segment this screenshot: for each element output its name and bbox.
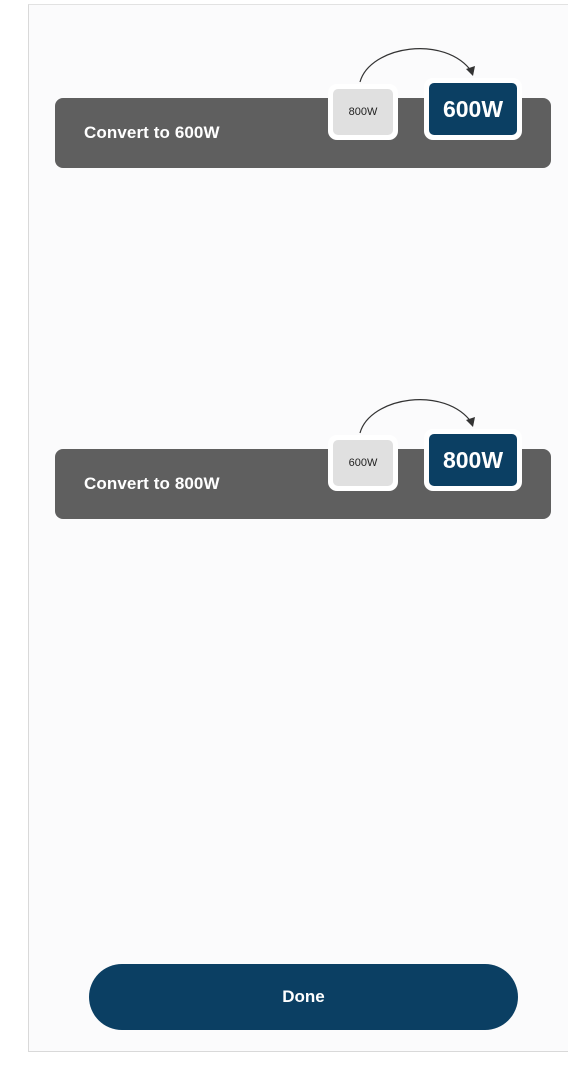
current-wattage-label: 600W (333, 440, 393, 486)
curved-arrow-icon (359, 48, 475, 83)
option-label: Convert to 600W (84, 123, 220, 142)
current-wattage-label: 800W (333, 89, 393, 135)
curved-arrow-icon (359, 399, 475, 434)
done-button[interactable]: Done (89, 964, 518, 1030)
target-wattage-badge: 800W (424, 429, 522, 491)
current-wattage-badge: 800W (328, 84, 398, 140)
target-wattage-badge: 600W (424, 78, 522, 140)
option-label: Convert to 800W (84, 474, 220, 493)
target-wattage-label: 800W (429, 434, 517, 486)
current-wattage-badge: 600W (328, 435, 398, 491)
target-wattage-label: 600W (429, 83, 517, 135)
